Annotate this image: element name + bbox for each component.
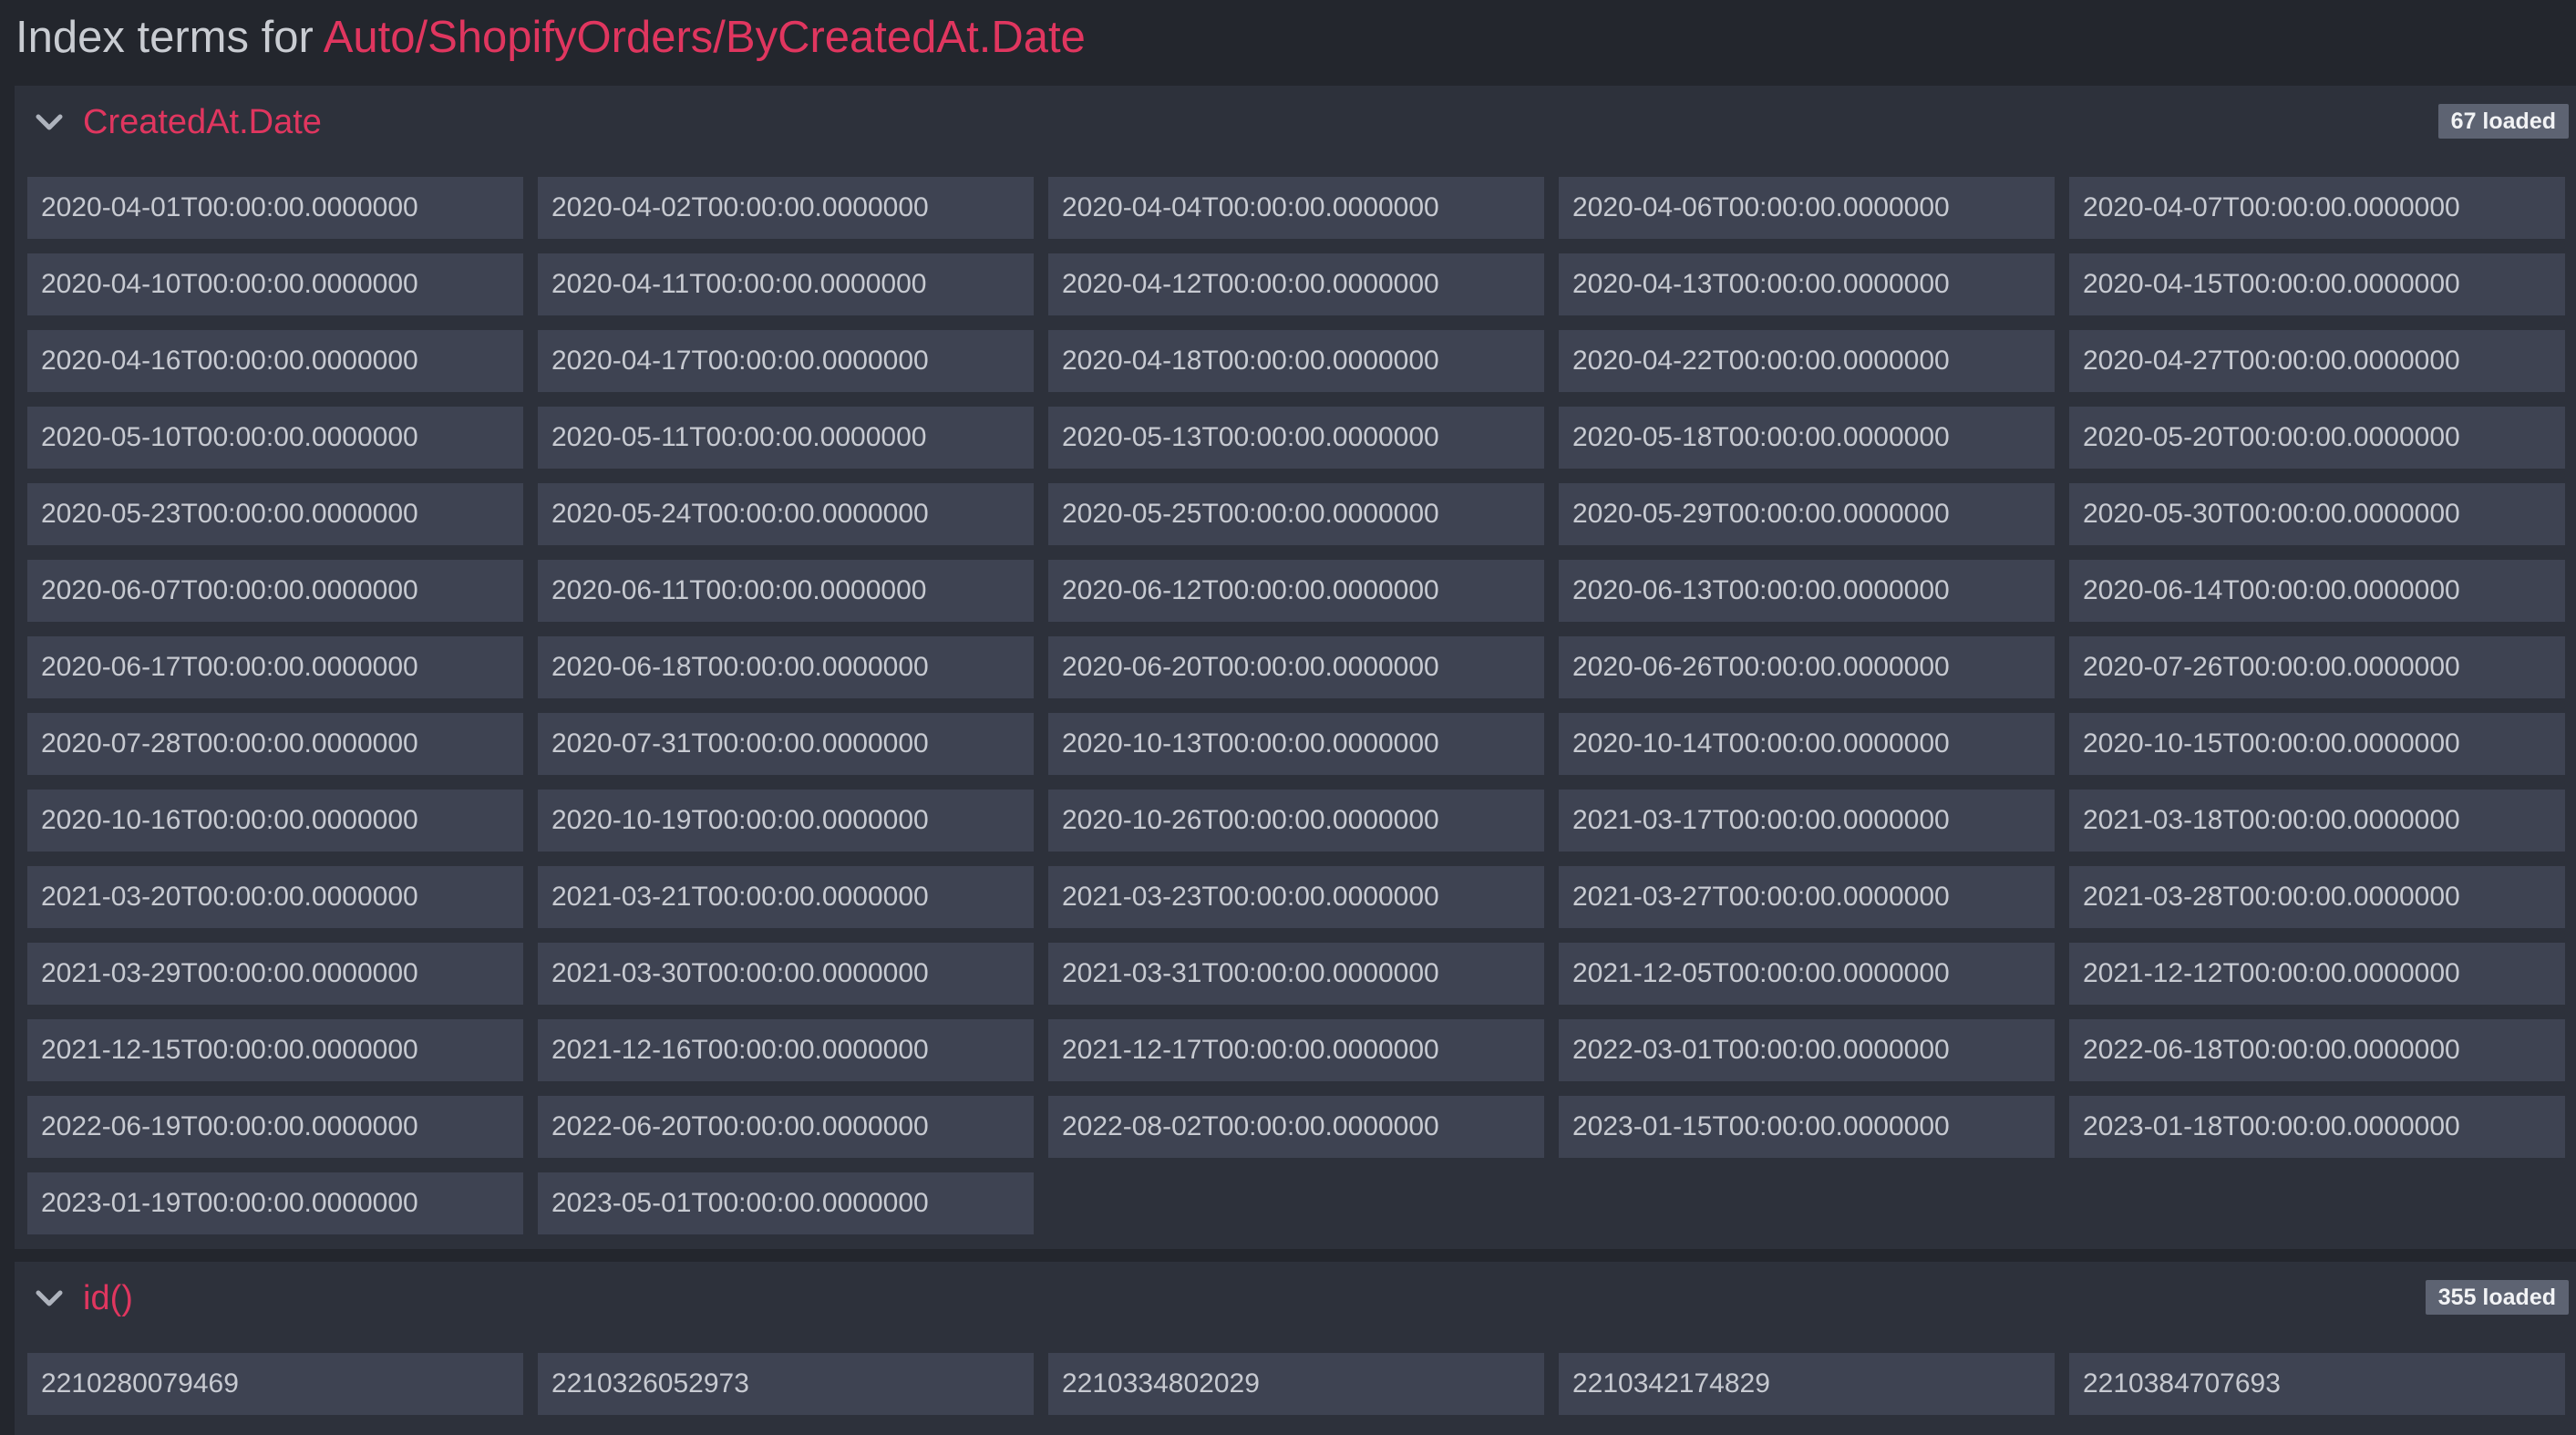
index-term[interactable]: 2020-04-06T00:00:00.0000000 (1559, 177, 2055, 239)
index-term[interactable]: 2020-04-10T00:00:00.0000000 (27, 253, 523, 315)
index-term[interactable]: 2210334802029 (1048, 1353, 1544, 1415)
index-term[interactable]: 2020-06-11T00:00:00.0000000 (538, 560, 1034, 622)
page-title-prefix: Index terms for (15, 13, 324, 62)
index-term[interactable]: 2022-03-01T00:00:00.0000000 (1559, 1019, 2055, 1081)
index-term[interactable]: 2020-07-28T00:00:00.0000000 (27, 713, 523, 775)
index-term[interactable]: 2021-03-18T00:00:00.0000000 (2069, 790, 2565, 852)
index-term[interactable]: 2021-12-17T00:00:00.0000000 (1048, 1019, 1544, 1081)
chevron-down-icon[interactable] (31, 1280, 67, 1316)
chevron-down-icon[interactable] (31, 104, 67, 140)
loaded-count-badge: 355 loaded (2425, 1280, 2569, 1315)
index-term[interactable]: 2210326052973 (538, 1353, 1034, 1415)
index-term[interactable]: 2021-03-27T00:00:00.0000000 (1559, 866, 2055, 928)
index-term[interactable]: 2020-04-15T00:00:00.0000000 (2069, 253, 2565, 315)
index-term[interactable]: 2023-01-15T00:00:00.0000000 (1559, 1096, 2055, 1158)
index-term[interactable]: 2020-07-31T00:00:00.0000000 (538, 713, 1034, 775)
index-term[interactable]: 2022-06-18T00:00:00.0000000 (2069, 1019, 2565, 1081)
index-term[interactable]: 2021-03-17T00:00:00.0000000 (1559, 790, 2055, 852)
index-term[interactable]: 2020-10-15T00:00:00.0000000 (2069, 713, 2565, 775)
index-term[interactable]: 2020-05-23T00:00:00.0000000 (27, 483, 523, 545)
index-term[interactable]: 2020-04-13T00:00:00.0000000 (1559, 253, 2055, 315)
index-term[interactable]: 2021-03-23T00:00:00.0000000 (1048, 866, 1544, 928)
index-term[interactable]: 2020-07-26T00:00:00.0000000 (2069, 636, 2565, 698)
index-term[interactable]: 2020-10-13T00:00:00.0000000 (1048, 713, 1544, 775)
loaded-count-badge: 67 loaded (2437, 104, 2569, 139)
index-term[interactable]: 2020-06-14T00:00:00.0000000 (2069, 560, 2565, 622)
index-term[interactable]: 2020-10-14T00:00:00.0000000 (1559, 713, 2055, 775)
index-term[interactable]: 2023-05-01T00:00:00.0000000 (538, 1172, 1034, 1234)
field-panel-header[interactable]: CreatedAt.Date 67 loaded (15, 86, 2576, 159)
index-term[interactable]: 2021-03-20T00:00:00.0000000 (27, 866, 523, 928)
index-term[interactable]: 2020-04-18T00:00:00.0000000 (1048, 330, 1544, 392)
field-panel-id: id() 355 loaded 2210280079469 22103260529… (15, 1262, 2576, 1435)
index-term[interactable]: 2020-04-11T00:00:00.0000000 (538, 253, 1034, 315)
index-term[interactable]: 2020-05-25T00:00:00.0000000 (1048, 483, 1544, 545)
index-term[interactable]: 2022-08-02T00:00:00.0000000 (1048, 1096, 1544, 1158)
index-term[interactable]: 2021-03-31T00:00:00.0000000 (1048, 943, 1544, 1005)
index-term[interactable]: 2020-04-12T00:00:00.0000000 (1048, 253, 1544, 315)
field-panel-created-at-date: CreatedAt.Date 67 loaded 2020-04-01T00:0… (15, 86, 2576, 1249)
index-term[interactable]: 2022-06-19T00:00:00.0000000 (27, 1096, 523, 1158)
index-term[interactable]: 2210280079469 (27, 1353, 523, 1415)
index-term[interactable]: 2020-04-07T00:00:00.0000000 (2069, 177, 2565, 239)
index-term[interactable]: 2020-06-20T00:00:00.0000000 (1048, 636, 1544, 698)
index-term[interactable]: 2020-04-16T00:00:00.0000000 (27, 330, 523, 392)
index-term[interactable]: 2021-12-12T00:00:00.0000000 (2069, 943, 2565, 1005)
terms-grid: 2020-04-01T00:00:00.0000000 2020-04-02T00… (27, 177, 2565, 1234)
index-term[interactable]: 2020-04-27T00:00:00.0000000 (2069, 330, 2565, 392)
index-term[interactable]: 2022-06-20T00:00:00.0000000 (538, 1096, 1034, 1158)
index-term[interactable]: 2023-01-19T00:00:00.0000000 (27, 1172, 523, 1234)
index-term[interactable]: 2020-06-07T00:00:00.0000000 (27, 560, 523, 622)
index-term[interactable]: 2020-10-16T00:00:00.0000000 (27, 790, 523, 852)
index-term[interactable]: 2021-12-15T00:00:00.0000000 (27, 1019, 523, 1081)
index-term[interactable]: 2020-04-22T00:00:00.0000000 (1559, 330, 2055, 392)
index-term[interactable]: 2020-06-13T00:00:00.0000000 (1559, 560, 2055, 622)
index-term[interactable]: 2020-05-13T00:00:00.0000000 (1048, 407, 1544, 469)
index-term[interactable]: 2020-04-02T00:00:00.0000000 (538, 177, 1034, 239)
index-term[interactable]: 2020-04-01T00:00:00.0000000 (27, 177, 523, 239)
terms-grid: 2210280079469 2210326052973 2210334802029 2… (27, 1353, 2565, 1415)
index-term[interactable]: 2023-01-18T00:00:00.0000000 (2069, 1096, 2565, 1158)
index-term[interactable]: 2020-05-10T00:00:00.0000000 (27, 407, 523, 469)
index-term[interactable]: 2020-05-24T00:00:00.0000000 (538, 483, 1034, 545)
index-term[interactable]: 2021-03-28T00:00:00.0000000 (2069, 866, 2565, 928)
field-name[interactable]: id() (83, 1262, 133, 1335)
index-term[interactable]: 2021-03-29T00:00:00.0000000 (27, 943, 523, 1005)
index-term[interactable]: 2210342174829 (1559, 1353, 2055, 1415)
index-term[interactable]: 2021-03-30T00:00:00.0000000 (538, 943, 1034, 1005)
field-name[interactable]: CreatedAt.Date (83, 86, 322, 159)
index-term[interactable]: 2020-10-19T00:00:00.0000000 (538, 790, 1034, 852)
index-term[interactable]: 2021-03-21T00:00:00.0000000 (538, 866, 1034, 928)
index-terms-page: Index terms for Auto/ShopifyOrders/ByCre… (0, 0, 2576, 1435)
index-term[interactable]: 2020-10-26T00:00:00.0000000 (1048, 790, 1544, 852)
index-term[interactable]: 2020-05-20T00:00:00.0000000 (2069, 407, 2565, 469)
index-term[interactable]: 2021-12-05T00:00:00.0000000 (1559, 943, 2055, 1005)
index-term[interactable]: 2020-06-17T00:00:00.0000000 (27, 636, 523, 698)
index-term[interactable]: 2020-04-17T00:00:00.0000000 (538, 330, 1034, 392)
index-term[interactable]: 2020-06-12T00:00:00.0000000 (1048, 560, 1544, 622)
index-term[interactable]: 2210384707693 (2069, 1353, 2565, 1415)
index-term[interactable]: 2021-12-16T00:00:00.0000000 (538, 1019, 1034, 1081)
index-term[interactable]: 2020-04-04T00:00:00.0000000 (1048, 177, 1544, 239)
index-term[interactable]: 2020-05-11T00:00:00.0000000 (538, 407, 1034, 469)
index-term[interactable]: 2020-06-26T00:00:00.0000000 (1559, 636, 2055, 698)
field-panel-header[interactable]: id() 355 loaded (15, 1262, 2576, 1335)
page-title: Index terms for Auto/ShopifyOrders/ByCre… (15, 5, 1086, 69)
index-term[interactable]: 2020-06-18T00:00:00.0000000 (538, 636, 1034, 698)
index-path-link[interactable]: Auto/ShopifyOrders/ByCreatedAt.Date (324, 13, 1086, 62)
index-term[interactable]: 2020-05-29T00:00:00.0000000 (1559, 483, 2055, 545)
index-term[interactable]: 2020-05-18T00:00:00.0000000 (1559, 407, 2055, 469)
index-term[interactable]: 2020-05-30T00:00:00.0000000 (2069, 483, 2565, 545)
